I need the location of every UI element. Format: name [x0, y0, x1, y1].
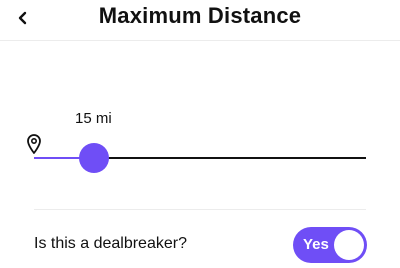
divider: [34, 209, 366, 210]
dealbreaker-label: Is this a dealbreaker?: [34, 235, 187, 252]
distance-value-label: 15 mi: [75, 110, 112, 127]
top-bar: Maximum Distance: [0, 0, 400, 41]
toggle-label: Yes: [303, 236, 329, 253]
page-title: Maximum Distance: [98, 3, 302, 28]
distance-slider[interactable]: [34, 140, 366, 176]
dealbreaker-toggle[interactable]: Yes: [293, 227, 367, 263]
toggle-knob: [334, 230, 364, 260]
slider-thumb[interactable]: [78, 143, 109, 173]
